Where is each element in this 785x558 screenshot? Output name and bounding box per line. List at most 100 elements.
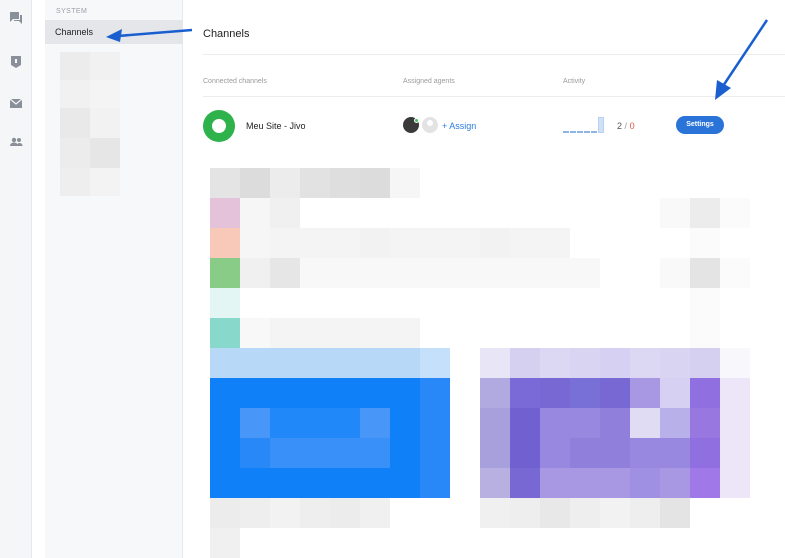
redacted-pixel	[480, 408, 510, 438]
redacted-pixel	[450, 228, 480, 258]
redacted-pixel	[210, 498, 240, 528]
assign-agent-link[interactable]: + Assign	[442, 121, 476, 131]
redacted-pixel	[720, 258, 750, 288]
redacted-pixel	[300, 468, 330, 498]
redacted-pixel	[210, 258, 240, 288]
redacted-pixel	[270, 318, 300, 348]
redacted-pixel	[240, 378, 270, 408]
column-header-activity: Activity	[563, 78, 586, 85]
activity-bar	[570, 131, 576, 133]
redacted-pixel	[240, 228, 270, 258]
redacted-pixel	[630, 378, 660, 408]
redacted-pixel	[330, 318, 360, 348]
sidebar-section-label: SYSTEM	[56, 8, 88, 15]
redacted-pixel	[210, 348, 240, 378]
redacted-pixel	[330, 378, 360, 408]
redacted-pixel	[330, 228, 360, 258]
column-header-connected: Connected channels	[203, 78, 267, 85]
settings-button[interactable]: Settings	[676, 116, 724, 134]
sidebar-item-channels[interactable]: Channels	[45, 20, 183, 44]
redacted-pixel	[480, 468, 510, 498]
channel-row: Meu Site - Jivo + Assign 2 / 0 Settings	[203, 108, 785, 144]
redacted-pixel	[570, 258, 600, 288]
redacted-pixel	[660, 498, 690, 528]
redacted-pixel	[390, 468, 420, 498]
sidebar: SYSTEM Channels	[45, 0, 183, 558]
redacted-pixel	[480, 378, 510, 408]
activity-failed-count: 0	[629, 121, 635, 131]
redacted-pixel	[300, 408, 330, 438]
redacted-pixel	[510, 438, 540, 468]
redacted-pixel	[480, 438, 510, 468]
activity-bar	[591, 131, 597, 133]
activity-bar	[598, 117, 604, 133]
redacted-pixel	[510, 378, 540, 408]
empty-avatar-icon	[422, 117, 438, 133]
redacted-pixel	[420, 378, 450, 408]
redacted-pixel	[420, 348, 450, 378]
blurred-content-area	[210, 168, 750, 558]
redacted-pixel	[660, 378, 690, 408]
redacted-pixel	[390, 258, 420, 288]
redacted-pixel	[300, 378, 330, 408]
team-icon[interactable]	[8, 134, 24, 150]
redacted-pixel	[540, 228, 570, 258]
redacted-pixel	[360, 468, 390, 498]
redacted-pixel	[720, 198, 750, 228]
header-divider	[203, 96, 785, 97]
redacted-pixel	[510, 348, 540, 378]
redacted-pixel	[240, 408, 270, 438]
redacted-pixel	[270, 168, 300, 198]
redacted-pixel	[540, 438, 570, 468]
redacted-pixel	[630, 408, 660, 438]
redacted-pixel	[210, 408, 240, 438]
redacted-pixel	[510, 498, 540, 528]
chat-icon[interactable]	[8, 10, 24, 26]
mail-icon[interactable]	[8, 95, 24, 111]
redacted-pixel	[210, 438, 240, 468]
redacted-pixel	[420, 468, 450, 498]
redacted-pixel	[390, 318, 420, 348]
redacted-pixel	[690, 198, 720, 228]
redacted-pixel	[270, 438, 300, 468]
redacted-pixel	[330, 498, 360, 528]
redacted-pixel	[210, 198, 240, 228]
icon-rail	[0, 0, 32, 558]
redacted-pixel	[210, 228, 240, 258]
redacted-pixel	[300, 438, 330, 468]
redacted-pixel	[270, 198, 300, 228]
redacted-pixel	[690, 288, 720, 318]
redacted-pixel	[540, 258, 570, 288]
title-divider	[203, 54, 785, 55]
redacted-pixel	[390, 378, 420, 408]
redacted-pixel	[330, 408, 360, 438]
redacted-pixel	[570, 498, 600, 528]
redacted-pixel	[270, 228, 300, 258]
redacted-pixel	[240, 468, 270, 498]
redacted-pixel	[240, 348, 270, 378]
redacted-pixel	[660, 258, 690, 288]
redacted-pixel	[300, 498, 330, 528]
redacted-pixel	[360, 348, 390, 378]
redacted-pixel	[720, 438, 750, 468]
redacted-pixel	[720, 378, 750, 408]
redacted-pixel	[330, 348, 360, 378]
online-status-icon	[414, 118, 419, 123]
redacted-pixel	[360, 408, 390, 438]
redacted-pixel	[540, 378, 570, 408]
redacted-pixel	[720, 468, 750, 498]
redacted-pixel	[690, 468, 720, 498]
channel-name: Meu Site - Jivo	[246, 121, 306, 131]
redacted-pixel	[270, 498, 300, 528]
redacted-pixel	[660, 468, 690, 498]
inbox-icon[interactable]	[8, 54, 24, 70]
redacted-pixel	[270, 378, 300, 408]
redacted-pixel	[300, 348, 330, 378]
redacted-pixel	[540, 498, 570, 528]
main-content: Channels Connected channels Assigned age…	[183, 0, 785, 558]
redacted-pixel	[690, 348, 720, 378]
redacted-pixel	[240, 318, 270, 348]
column-header-agents: Assigned agents	[403, 78, 455, 85]
redacted-pixel	[690, 258, 720, 288]
redacted-pixel	[360, 228, 390, 258]
